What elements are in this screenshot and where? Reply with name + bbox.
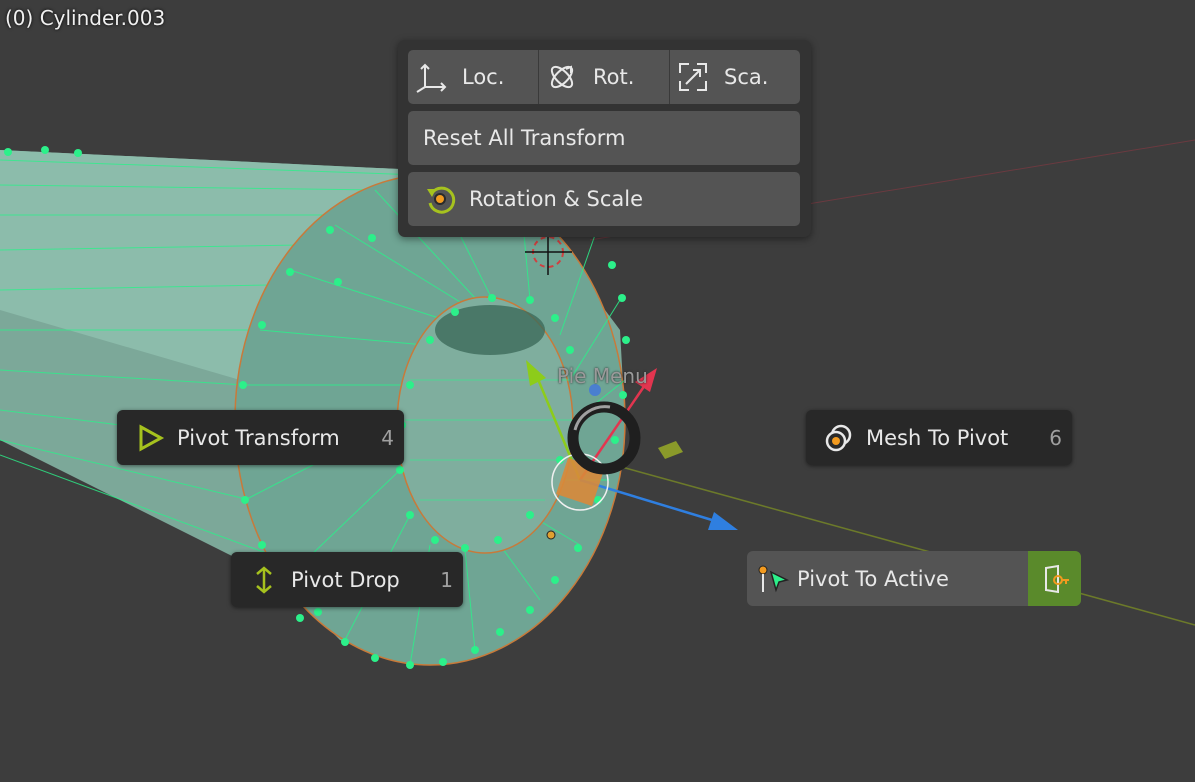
pivot-drop-button[interactable]: Pivot Drop 1 [231, 552, 463, 607]
scale-icon [676, 60, 710, 94]
pie-menu-title: Pie Menu [557, 364, 648, 388]
loc-button[interactable]: Loc. [408, 50, 539, 104]
transform-panel: Loc. Rot. Sca. Reset All Transform Rotat… [398, 40, 811, 237]
exit-icon [1040, 564, 1070, 594]
pivot-to-active-icon [755, 562, 789, 596]
rotation-scale-icon [423, 182, 457, 216]
mesh-to-pivot-icon [822, 421, 856, 455]
pivot-transform-button[interactable]: Pivot Transform 4 [117, 410, 404, 465]
sca-button[interactable]: Sca. [670, 50, 800, 104]
rot-icon [545, 60, 579, 94]
transform-segment-row: Loc. Rot. Sca. [408, 50, 800, 104]
mesh-to-pivot-button[interactable]: Mesh To Pivot 6 [806, 410, 1072, 465]
rot-button[interactable]: Rot. [539, 50, 670, 104]
pivot-to-active-exit-button[interactable] [1028, 551, 1081, 606]
rotation-scale-button[interactable]: Rotation & Scale [408, 172, 800, 226]
loc-axes-icon [414, 60, 448, 94]
pivot-transform-icon [133, 421, 167, 455]
pivot-to-active-button[interactable]: Pivot To Active [747, 551, 1081, 606]
object-name-label: (0) Cylinder.003 [5, 6, 166, 30]
reset-all-transform-button[interactable]: Reset All Transform [408, 111, 800, 165]
pivot-drop-icon [247, 563, 281, 597]
